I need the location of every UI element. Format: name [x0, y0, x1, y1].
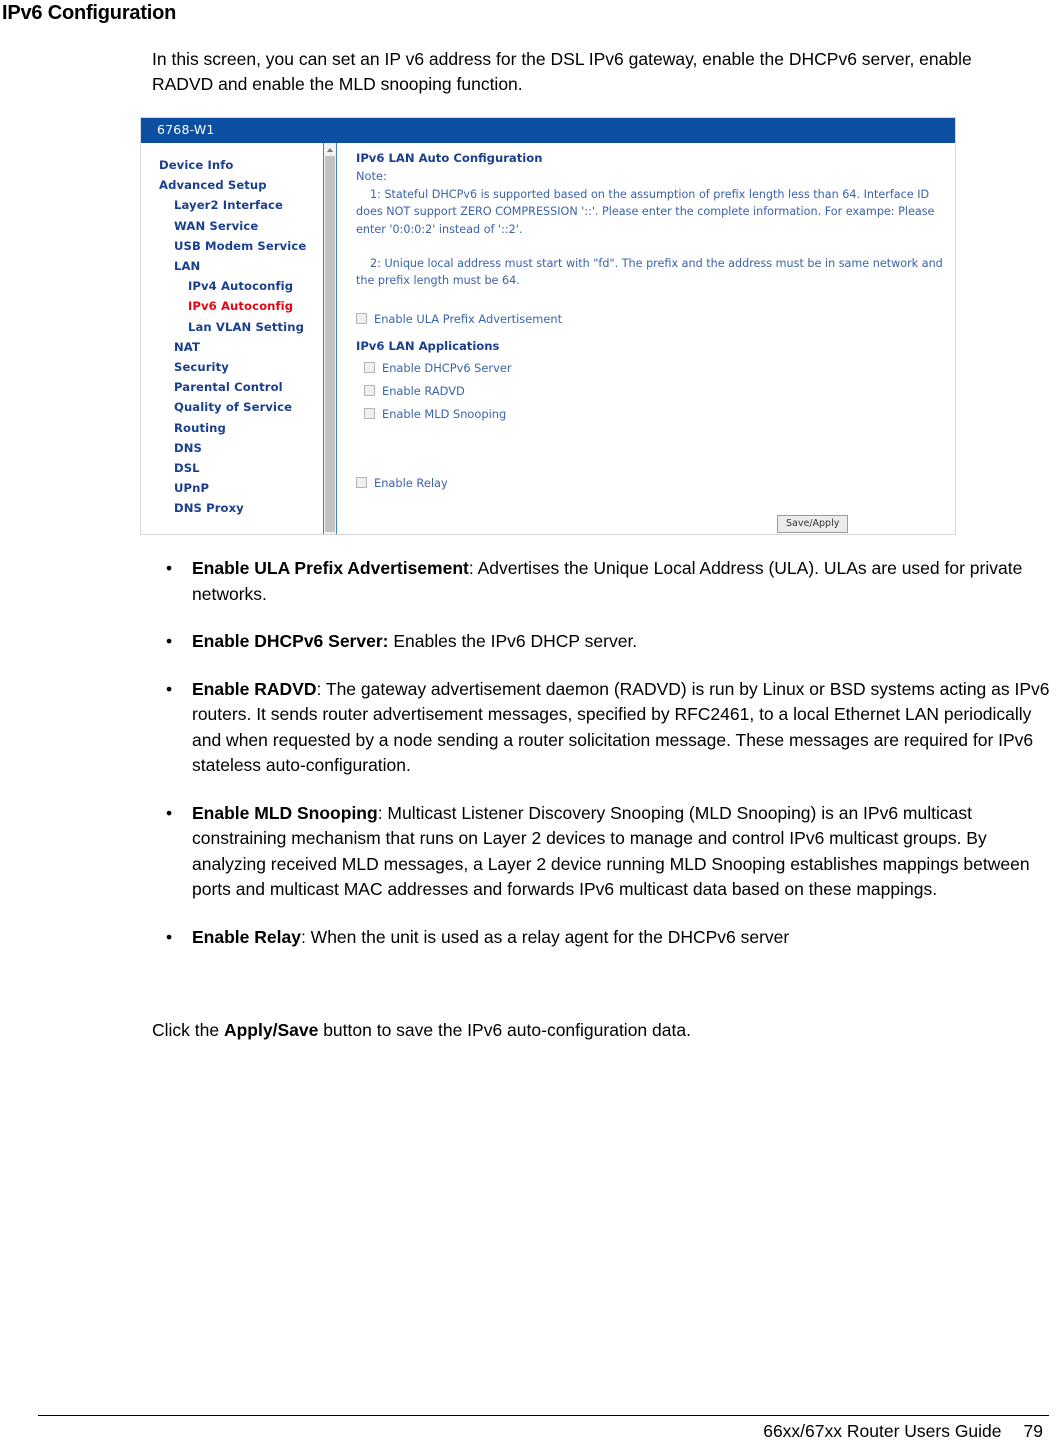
closing-paragraph: Click the Apply/Save button to save the … [152, 1018, 1042, 1044]
footer-page-number: 79 [1023, 1421, 1043, 1441]
sidebar-item-upnp[interactable]: UPnP [141, 478, 322, 498]
sidebar-item-quality-of-service[interactable]: Quality of Service [141, 397, 322, 417]
bullet-item: • Enable RADVD: The gateway advertisement… [152, 677, 1057, 779]
save-apply-button[interactable]: Save/Apply [777, 515, 849, 533]
checkbox-enable-radvd[interactable] [364, 385, 375, 396]
sidebar-item-layer2-interface[interactable]: Layer2 Interface [141, 195, 322, 215]
bullet-term: Enable Relay [192, 926, 301, 947]
triangle-up-glyph [327, 148, 333, 152]
bullet-term: Enable ULA Prefix Advertisement [192, 558, 469, 578]
sidebar-item-lan-vlan-setting[interactable]: Lan VLAN Setting [141, 317, 322, 337]
section-heading-lan-applications: IPv6 LAN Applications [356, 339, 500, 353]
checkbox-label-enable-dhcpv6-server: Enable DHCPv6 Server [382, 361, 512, 375]
sidebar-item-wan-service[interactable]: WAN Service [141, 216, 322, 236]
scroll-up-arrow-icon[interactable] [324, 143, 336, 155]
checkbox-enable-mld-snooping[interactable] [364, 408, 375, 419]
sidebar-item-ipv6-autoconfig[interactable]: IPv6 Autoconfig [141, 296, 322, 316]
note-item-2: 2: Unique local address must start with … [356, 255, 946, 290]
closing-bold-term: Apply/Save [223, 1020, 319, 1040]
checkbox-enable-ula-prefix-advertisement[interactable] [356, 313, 367, 324]
checkbox-label-enable-mld-snooping: Enable MLD Snooping [382, 407, 507, 421]
footer: 66xx/67xx Router Users Guide 79 [763, 1421, 1043, 1442]
router-ui-screenshot: 6768-W1 Device Info Advanced Setup Layer2 … [140, 117, 956, 535]
checkbox-row-enable-relay[interactable]: Enable Relay [356, 476, 448, 490]
sidebar-item-advanced-setup[interactable]: Advanced Setup [141, 175, 322, 195]
bullet-glyph-icon: • [166, 926, 173, 947]
router-sidebar: Device Info Advanced Setup Layer2 Interfac… [141, 143, 322, 534]
checkbox-label-enable-radvd: Enable RADVD [382, 384, 465, 398]
checkbox-row-enable-mld-snooping[interactable]: Enable MLD Snooping [364, 407, 506, 421]
checkbox-enable-relay[interactable] [356, 477, 367, 488]
sidebar-item-device-info[interactable]: Device Info [141, 155, 322, 175]
bullet-term: Enable MLD Snooping [192, 802, 378, 823]
checkbox-enable-dhcpv6-server[interactable] [364, 362, 375, 373]
section-heading-auto-configuration: IPv6 LAN Auto Configuration [356, 151, 543, 165]
checkbox-row-enable-ula-prefix-advertisement[interactable]: Enable ULA Prefix Advertisement [356, 312, 562, 326]
router-titlebar-label: 6768-W1 [157, 122, 215, 137]
sidebar-item-usb-modem-service[interactable]: USB Modem Service [141, 236, 322, 256]
sidebar-item-lan[interactable]: LAN [141, 256, 322, 276]
bullet-item: • Enable MLD Snooping: Multicast Listener… [152, 801, 1057, 903]
bullet-glyph-icon: • [166, 558, 173, 578]
router-content-pane: IPv6 LAN Auto Configuration Note: 1: Sta… [339, 143, 955, 534]
footer-guide-title: 66xx/67xx Router Users Guide [763, 1421, 1002, 1441]
sidebar-item-dsl[interactable]: DSL [141, 458, 322, 478]
closing-suffix: button to save the IPv6 auto-configurati… [318, 1020, 691, 1040]
scrollbar-thumb[interactable] [325, 156, 335, 532]
vertical-scrollbar[interactable] [323, 143, 337, 534]
intro-paragraph: In this screen, you can set an IP v6 add… [152, 49, 972, 94]
sidebar-item-ipv4-autoconfig[interactable]: IPv4 Autoconfig [141, 276, 322, 296]
sidebar-item-dns-proxy[interactable]: DNS Proxy [141, 498, 322, 518]
bullet-term: Enable DHCPv6 Server: [192, 631, 389, 651]
closing-prefix: Click the [152, 1020, 224, 1040]
note-label: Note: [356, 169, 387, 183]
footer-divider [38, 1415, 1049, 1416]
checkbox-row-enable-radvd[interactable]: Enable RADVD [364, 384, 465, 398]
bullet-glyph-icon: • [166, 631, 173, 651]
bullet-term: Enable RADVD [192, 678, 317, 699]
checkbox-label-enable-ula-prefix-advertisement: Enable ULA Prefix Advertisement [374, 312, 563, 326]
sidebar-item-routing[interactable]: Routing [141, 418, 322, 438]
definition-bullet-list: • Enable ULA Prefix Advertisement: Advert… [152, 556, 1057, 972]
checkbox-label-enable-relay: Enable Relay [374, 476, 448, 490]
bullet-glyph-icon: • [166, 802, 173, 823]
bullet-body: Enables the IPv6 DHCP server. [388, 631, 638, 651]
bullet-body: : When the unit is used as a relay agent… [300, 926, 790, 947]
sidebar-item-dns[interactable]: DNS [141, 438, 322, 458]
router-body: Device Info Advanced Setup Layer2 Interfac… [141, 143, 955, 534]
bullet-glyph-icon: • [166, 678, 173, 699]
page-title: IPv6 Configuration [2, 2, 177, 24]
router-titlebar: 6768-W1 [141, 118, 955, 143]
sidebar-item-nat[interactable]: NAT [141, 337, 322, 357]
bullet-item: • Enable Relay: When the unit is used as … [152, 925, 1057, 951]
checkbox-row-enable-dhcpv6-server[interactable]: Enable DHCPv6 Server [364, 361, 512, 375]
sidebar-menu: Device Info Advanced Setup Layer2 Interfac… [141, 155, 322, 519]
note-item-1: 1: Stateful DHCPv6 is supported based on… [356, 186, 946, 238]
note-item-2-text: 2: Unique local address must start with … [356, 257, 943, 288]
note-item-1-text: 1: Stateful DHCPv6 is supported based on… [356, 188, 935, 236]
bullet-item: • Enable ULA Prefix Advertisement: Advert… [152, 556, 1057, 607]
bullet-body: : The gateway advertisement daemon (RADV… [192, 678, 1050, 776]
sidebar-item-parental-control[interactable]: Parental Control [141, 377, 322, 397]
bullet-item: • Enable DHCPv6 Server: Enables the IPv6 … [152, 629, 1057, 655]
sidebar-item-security[interactable]: Security [141, 357, 322, 377]
